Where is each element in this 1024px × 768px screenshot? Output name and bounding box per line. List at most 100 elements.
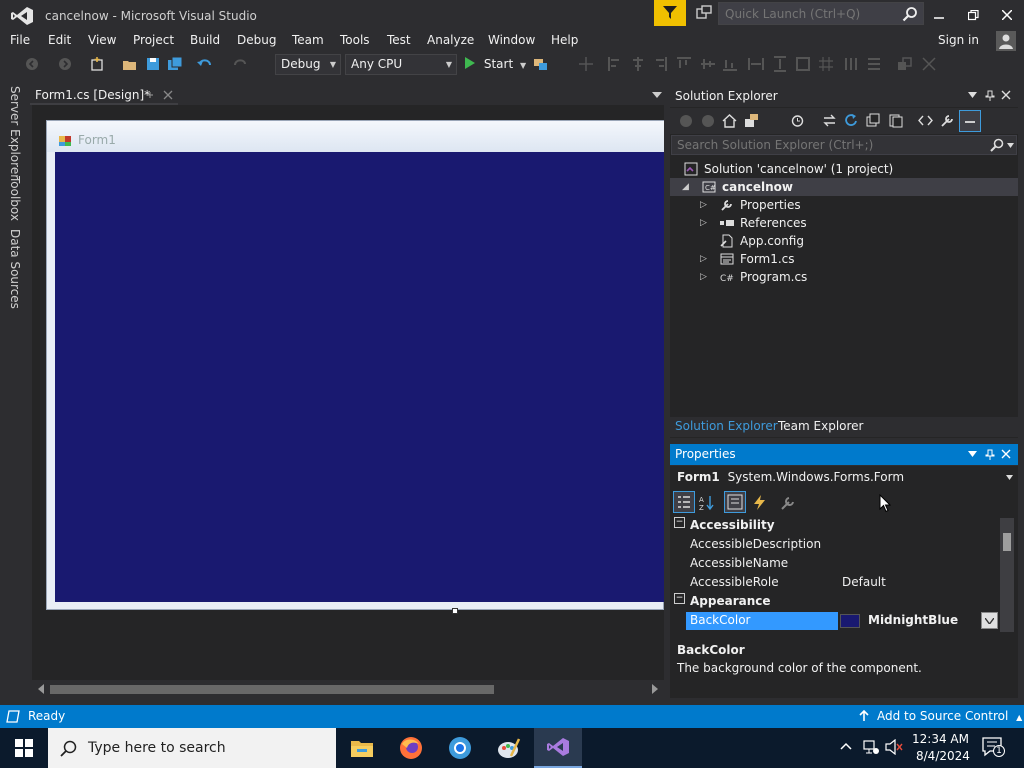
menu-view[interactable]: View xyxy=(88,33,116,47)
pending-changes-filter-icon[interactable] xyxy=(790,113,805,128)
add-to-source-control-button[interactable]: Add to Source Control ▲ xyxy=(877,709,1022,723)
align-tops-icon[interactable] xyxy=(676,56,692,72)
tree-item-references[interactable]: ▷ References xyxy=(670,214,1018,232)
redo-icon[interactable] xyxy=(232,56,248,72)
navigate-back-icon[interactable] xyxy=(24,56,40,72)
solution-configuration-combo[interactable]: Debug ▼ xyxy=(275,54,341,75)
tab-overflow-chevron-icon[interactable] xyxy=(652,91,662,99)
navigate-forward-icon[interactable] xyxy=(57,56,73,72)
menu-debug[interactable]: Debug xyxy=(237,33,276,47)
panel-menu-chevron-icon[interactable] xyxy=(968,451,977,458)
quick-launch-box[interactable] xyxy=(718,2,924,25)
color-dropdown-button[interactable] xyxy=(981,612,998,629)
align-rights-icon[interactable] xyxy=(652,56,668,72)
taskbar-paint[interactable] xyxy=(485,728,533,768)
align-centers-icon[interactable] xyxy=(630,56,646,72)
scroll-left-icon[interactable] xyxy=(37,684,45,694)
restore-button[interactable] xyxy=(956,0,990,30)
show-hidden-icons-chevron-icon[interactable] xyxy=(840,742,852,750)
property-pages-icon[interactable] xyxy=(780,494,797,511)
refresh-icon[interactable] xyxy=(844,113,859,128)
account-icon[interactable] xyxy=(996,31,1016,51)
start-debugging-button[interactable]: Start ▼ xyxy=(464,56,526,74)
expand-arrow-icon[interactable]: ▷ xyxy=(700,272,707,282)
close-panel-icon[interactable] xyxy=(1001,90,1011,100)
panel-menu-chevron-icon[interactable] xyxy=(968,92,977,99)
preview-selected-items-button[interactable] xyxy=(959,110,981,132)
horizontal-scroll-thumb[interactable] xyxy=(50,685,494,694)
make-same-width-icon[interactable] xyxy=(748,56,764,72)
start-button[interactable] xyxy=(0,728,48,768)
alphabetical-icon[interactable]: AZ xyxy=(699,494,716,511)
tree-item-project[interactable]: ◢ C# cancelnow xyxy=(670,178,1018,196)
property-value[interactable]: MidnightBlue xyxy=(868,613,958,627)
sync-with-active-document-icon[interactable] xyxy=(822,113,837,128)
show-all-files-icon[interactable] xyxy=(888,113,903,128)
tab-team-explorer[interactable]: Team Explorer xyxy=(778,419,864,433)
tab-data-sources[interactable]: Data Sources xyxy=(8,229,22,309)
tree-item-properties[interactable]: ▷ Properties xyxy=(670,196,1018,214)
close-panel-icon[interactable] xyxy=(1001,449,1011,459)
back-icon[interactable] xyxy=(679,114,693,128)
expand-arrow-icon[interactable]: ▷ xyxy=(700,254,707,264)
feedback-icon[interactable] xyxy=(695,5,713,23)
taskbar-clock-date[interactable]: 8/4/2024 xyxy=(916,749,970,763)
expand-arrow-icon[interactable]: ▷ xyxy=(700,218,707,228)
collapse-category-icon[interactable]: − xyxy=(674,593,685,604)
categorized-button[interactable] xyxy=(673,491,695,513)
menu-help[interactable]: Help xyxy=(551,33,578,47)
collapse-all-icon[interactable] xyxy=(866,113,881,128)
taskbar-file-explorer[interactable] xyxy=(338,728,386,768)
switch-views-icon[interactable] xyxy=(744,113,759,128)
home-icon[interactable] xyxy=(722,113,737,128)
property-category-accessibility[interactable]: − Accessibility xyxy=(670,516,1000,535)
form-client-area[interactable] xyxy=(55,152,664,602)
quick-launch-input[interactable] xyxy=(725,5,895,22)
menu-tools[interactable]: Tools xyxy=(340,33,370,47)
pin-icon[interactable] xyxy=(985,90,995,101)
undo-icon[interactable] xyxy=(197,56,213,72)
forward-icon[interactable] xyxy=(701,114,715,128)
properties-wrench-icon[interactable] xyxy=(940,113,955,128)
close-tab-icon[interactable] xyxy=(163,90,173,100)
send-to-back-icon[interactable] xyxy=(921,56,937,72)
tab-server-explorer[interactable]: Server Explorer xyxy=(8,86,22,179)
menu-build[interactable]: Build xyxy=(190,33,220,47)
properties-object-selector[interactable]: Form1 System.Windows.Forms.Form xyxy=(677,470,904,484)
taskbar-chrome[interactable] xyxy=(436,728,484,768)
property-row-backcolor[interactable]: BackColor MidnightBlue xyxy=(670,611,1000,630)
close-button[interactable] xyxy=(990,0,1024,30)
taskbar-firefox[interactable] xyxy=(387,728,435,768)
make-same-size-icon[interactable] xyxy=(795,56,811,72)
new-project-icon[interactable] xyxy=(89,56,105,72)
pin-icon[interactable] xyxy=(985,449,995,460)
property-row[interactable]: AccessibleDescription xyxy=(670,535,1000,554)
solution-explorer-search-input[interactable] xyxy=(677,137,977,153)
menu-analyze[interactable]: Analyze xyxy=(427,33,474,47)
menu-team[interactable]: Team xyxy=(292,33,324,47)
action-center-button[interactable]: 1 xyxy=(982,737,1006,759)
solution-platform-combo[interactable]: Any CPU ▼ xyxy=(345,54,457,75)
chevron-down-icon[interactable] xyxy=(1007,143,1014,148)
property-row[interactable]: AccessibleRole Default xyxy=(670,573,1000,592)
bring-to-front-icon[interactable] xyxy=(897,56,913,72)
layout-tool-icon[interactable] xyxy=(578,56,594,72)
resize-grip-handle[interactable] xyxy=(452,608,458,614)
open-file-icon[interactable] xyxy=(122,56,138,72)
network-icon[interactable] xyxy=(862,739,880,755)
chevron-down-icon[interactable] xyxy=(1006,475,1013,480)
size-to-grid-icon[interactable] xyxy=(818,56,834,72)
tree-item-form1[interactable]: ▷ Form1.cs xyxy=(670,250,1018,268)
properties-scroll-thumb[interactable] xyxy=(1003,533,1011,551)
collapse-arrow-icon[interactable]: ◢ xyxy=(682,182,689,192)
property-row[interactable]: AccessibleName xyxy=(670,554,1000,573)
tree-item-app-config[interactable]: App.config xyxy=(670,232,1018,250)
horizontal-spacing-icon[interactable] xyxy=(843,56,859,72)
tree-item-program[interactable]: ▷ C# Program.cs xyxy=(670,268,1018,286)
vertical-spacing-icon[interactable] xyxy=(866,56,882,72)
menu-edit[interactable]: Edit xyxy=(48,33,71,47)
menu-test[interactable]: Test xyxy=(387,33,411,47)
save-all-icon[interactable] xyxy=(167,56,183,72)
notifications-filter-button[interactable] xyxy=(654,0,686,26)
properties-view-button[interactable] xyxy=(724,491,746,513)
